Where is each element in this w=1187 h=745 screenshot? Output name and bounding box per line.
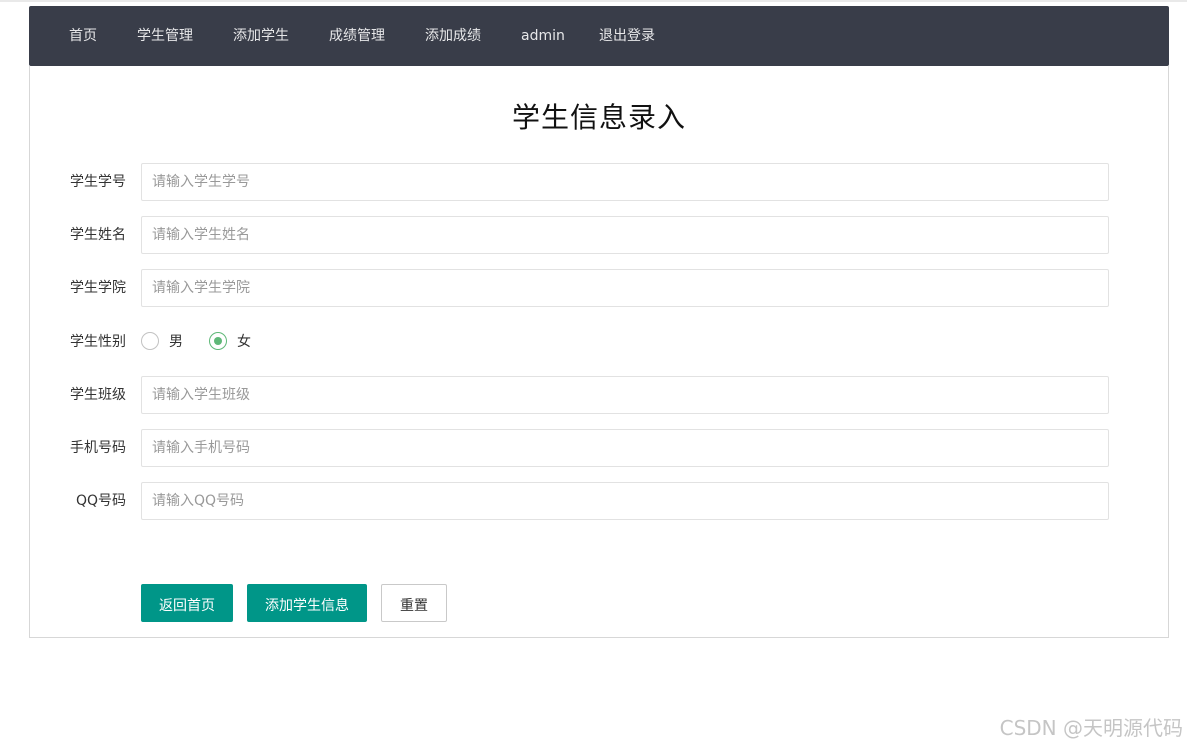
student-college-input[interactable]: [141, 269, 1109, 307]
phone-label: 手机号码: [70, 440, 126, 456]
page-title: 学生信息录入: [511, 101, 686, 134]
nav-item-admin[interactable]: admin: [521, 6, 565, 66]
student-id-label: 学生学号: [70, 174, 126, 190]
gender-male-label: 男: [169, 334, 183, 350]
back-home-button[interactable]: 返回首页: [141, 584, 233, 622]
radio-checked-icon: [209, 332, 227, 350]
nav-item-grade-management[interactable]: 成绩管理: [329, 6, 385, 66]
top-nav: 首页 学生管理 添加学生 成绩管理 添加成绩 admin 退出登录: [29, 6, 1169, 66]
nav-item-student-management[interactable]: 学生管理: [137, 6, 193, 66]
phone-input[interactable]: [141, 429, 1109, 467]
nav-item-home[interactable]: 首页: [69, 6, 97, 66]
student-class-input[interactable]: [141, 376, 1109, 414]
reset-button[interactable]: 重置: [381, 584, 447, 622]
student-form-card: 学生信息录入 学生学号 学生姓名 学生学院 学生性别 男 女 学生班级 手机号码…: [29, 66, 1169, 638]
radio-circle-icon: [141, 332, 159, 350]
student-college-label: 学生学院: [70, 280, 126, 296]
student-class-label: 学生班级: [70, 387, 126, 403]
gender-radio-female[interactable]: 女: [209, 323, 259, 361]
qq-input[interactable]: [141, 482, 1109, 520]
student-id-input[interactable]: [141, 163, 1109, 201]
nav-item-add-grade[interactable]: 添加成绩: [425, 6, 481, 66]
student-name-input[interactable]: [141, 216, 1109, 254]
add-student-button[interactable]: 添加学生信息: [247, 584, 367, 622]
top-divider: [0, 0, 1187, 2]
nav-item-add-student[interactable]: 添加学生: [233, 6, 289, 66]
qq-label: QQ号码: [75, 493, 126, 509]
student-name-label: 学生姓名: [70, 227, 126, 243]
student-gender-label: 学生性别: [70, 334, 126, 350]
gender-female-label: 女: [237, 334, 251, 350]
watermark: CSDN @天明源代码: [999, 716, 1183, 740]
nav-item-logout[interactable]: 退出登录: [599, 6, 655, 66]
gender-radio-male[interactable]: 男: [141, 323, 191, 361]
